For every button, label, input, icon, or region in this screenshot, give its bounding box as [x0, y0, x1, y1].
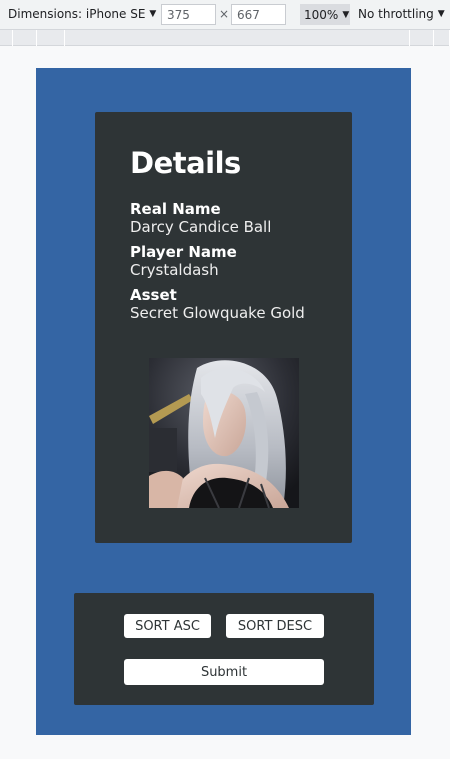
zoom-label: 100%	[304, 7, 339, 22]
asset-value: Secret Glowquake Gold	[130, 304, 305, 322]
ruler-segment[interactable]	[382, 30, 410, 46]
details-card: Details Real Name Darcy Candice Ball Pla…	[95, 112, 352, 543]
ruler-segment[interactable]	[0, 30, 13, 46]
sort-desc-button[interactable]: SORT DESC	[226, 614, 324, 638]
device-select[interactable]: Dimensions: iPhone SE ▼	[8, 7, 156, 21]
asset-label: Asset	[130, 286, 177, 304]
sort-asc-button[interactable]: SORT ASC	[124, 614, 211, 638]
chevron-down-icon: ▼	[149, 9, 157, 19]
player-name-value: Crystaldash	[130, 261, 219, 279]
real-name-value: Darcy Candice Ball	[130, 218, 272, 236]
device-toolbar: Dimensions: iPhone SE ▼ × 100% ▼ No thro…	[0, 0, 450, 30]
chevron-down-icon: ▼	[342, 9, 350, 20]
avatar	[149, 358, 299, 508]
ruler-segment[interactable]	[434, 30, 450, 46]
submit-button[interactable]: Submit	[124, 659, 324, 685]
ruler-segment[interactable]	[410, 30, 434, 46]
device-viewport: Details Real Name Darcy Candice Ball Pla…	[36, 68, 411, 735]
avatar-image	[149, 358, 299, 508]
page-title: Details	[130, 146, 241, 180]
media-query-ruler[interactable]	[0, 30, 450, 46]
controls-panel: SORT ASC SORT DESC Submit	[74, 593, 374, 705]
dimension-separator: ×	[219, 7, 230, 21]
width-input[interactable]	[161, 4, 216, 25]
real-name-label: Real Name	[130, 200, 221, 218]
device-select-label: Dimensions: iPhone SE	[8, 7, 146, 21]
chevron-down-icon: ▼	[437, 9, 445, 19]
throttling-label: No throttling	[358, 7, 434, 21]
player-name-label: Player Name	[130, 243, 237, 261]
ruler-segment[interactable]	[13, 30, 37, 46]
ruler-segment[interactable]	[37, 30, 65, 46]
throttling-select[interactable]: No throttling ▼	[358, 7, 445, 21]
height-input[interactable]	[231, 4, 286, 25]
zoom-select[interactable]: 100% ▼	[300, 4, 350, 25]
